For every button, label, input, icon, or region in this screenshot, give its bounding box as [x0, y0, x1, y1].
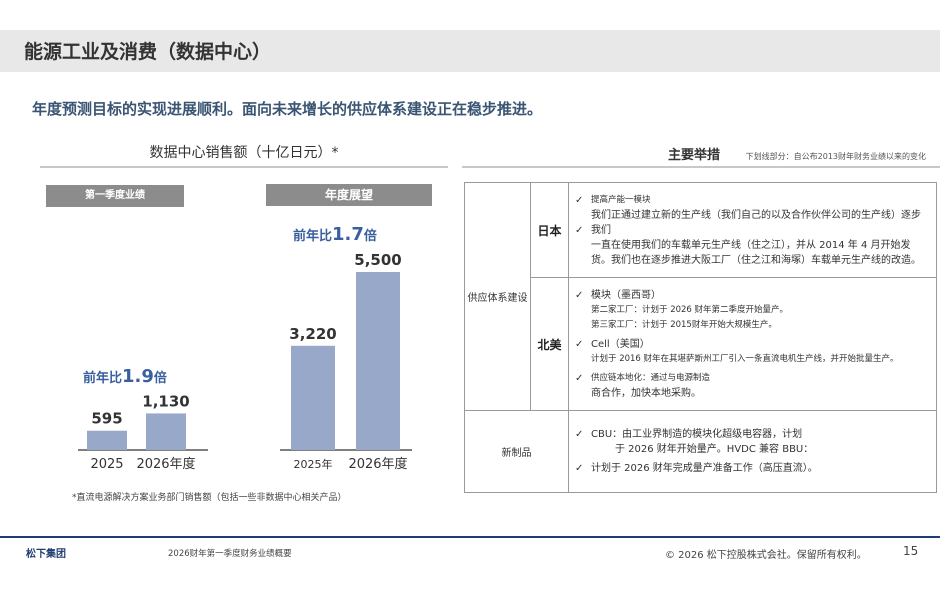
bar-1-0 [291, 345, 335, 450]
list-item: ✓ 供应链本地化：通过与电源制造 商合作，加快本地采购。 [575, 371, 930, 401]
bar-1-1 [356, 272, 400, 450]
page-number: 15 [903, 544, 919, 558]
check-icon: ✓ [575, 224, 584, 236]
underline-note: 下划线部分：自公布2013财年财务业绩以来的变化 [745, 152, 926, 161]
page-title: 能源工业及消费（数据中心） [24, 41, 272, 63]
ratio-annotation-1: 前年比1.7倍 [293, 224, 377, 245]
list-item: ✓ CBU：由工业界制造的模块化超级电容器，计划 于 2026 财年开始量产。H… [575, 427, 930, 457]
check-icon: ✓ [575, 429, 584, 440]
sales-section-title: 数据中心销售额（十亿日元）* [149, 145, 339, 161]
new-products-content: ✓ CBU：由工业界制造的模块化超级电容器，计划 于 2026 财年开始量产。H… [568, 410, 937, 493]
region-north-america: 北美 [530, 277, 569, 411]
na-item2-title: Cell（美国） [591, 338, 650, 350]
japan-item2-text: 一直在使用我们的车载单元生产线（住之江），并从 2014 年 4 月开始发货。我… [591, 239, 921, 266]
table-row: 新制品 ✓ CBU：由工业界制造的模块化超级电容器，计划 于 2026 财年开始… [464, 410, 937, 493]
title-band: 能源工业及消费（数据中心） [0, 30, 940, 72]
value-label-0-0: 595 [91, 410, 122, 428]
bar-0-0 [87, 430, 127, 450]
measures-section-title: 主要举措 [668, 148, 721, 163]
footer-divider [0, 536, 940, 538]
list-item: ✓ 提高产能一模块 我们正通过建立新的生产线（我们自己的以及合作伙伴公司的生产线… [575, 193, 930, 223]
list-item: ✓ 模块（墨西哥） 第二家工厂：计划于 2026 财年第二季度开始量产。 第三家… [575, 288, 930, 333]
value-label-1-1: 5,500 [354, 251, 401, 269]
na-item3-line2: 商合作，加快本地采购。 [591, 387, 701, 399]
value-label-0-1: 1,130 [142, 392, 189, 410]
na-item1-title: 模块（墨西哥） [591, 289, 661, 301]
footer-company: 松下集团 [26, 549, 66, 560]
measures-table: 供应体系建设 日本 ✓ 提高产能一模块 我们正通过建立新的生产线（我们自己的以及… [464, 182, 937, 493]
ratio-annotation-0: 前年比1.9倍 [83, 366, 167, 387]
bar-0-1 [146, 413, 186, 450]
japan-item2-title: 我们 [591, 224, 611, 236]
footer-copyright: © 2026 松下控股株式会社。保留所有权利。 [665, 550, 867, 561]
table-row: 供应体系建设 日本 ✓ 提高产能一模块 我们正通过建立新的生产线（我们自己的以及… [464, 182, 937, 411]
list-item: ✓ Cell（美国） 计划于 2016 财年在其堪萨斯州工厂引入一条直流电机生产… [575, 337, 930, 367]
na-item1-line2: 第三家工厂：计划于 2015财年开始大规模生产。 [591, 319, 777, 330]
new-item1-line1: CBU：由工业界制造的模块化超级电容器，计划 [591, 429, 803, 440]
japan-item1-text: 我们正通过建立新的生产线（我们自己的以及合作伙伴公司的生产线）逐步 [591, 209, 921, 221]
value-label-1-0: 3,220 [289, 325, 336, 343]
sales-section-header: 数据中心销售额（十亿日元）* [40, 140, 448, 168]
japan-content: ✓ 提高产能一模块 我们正通过建立新的生产线（我们自己的以及合作伙伴公司的生产线… [568, 182, 937, 278]
new-item2-text: 计划于 2026 财年完成量产准备工作（高压直流）。 [591, 463, 818, 474]
check-icon: ✓ [575, 372, 584, 384]
chart-footnote: *直流电源解决方案业务部门销售额（包括一些非数据中心相关产品） [72, 493, 347, 503]
q1-results-header: 第一季度业绩 [46, 185, 184, 207]
annual-outlook-header: 年度展望 [266, 184, 432, 206]
category-label-0-1: 2026年度 [136, 456, 195, 472]
category-label-0-0: 2025 [90, 457, 123, 472]
measures-section-header: 主要举措 下划线部分：自公布2013财年财务业绩以来的变化 [462, 140, 940, 168]
check-icon: ✓ [575, 463, 584, 474]
na-item3-line1: 供应链本地化：通过与电源制造 [591, 372, 711, 383]
na-item1-line1: 第二家工厂：计划于 2026 财年第二季度开始量产。 [591, 304, 789, 315]
category-label-1-0: 2025年 [294, 457, 333, 471]
region-japan: 日本 [530, 182, 569, 278]
list-item: ✓ 我们 一直在使用我们的车载单元生产线（住之江），并从 2014 年 4 月开… [575, 223, 930, 268]
category-label-1-1: 2026年度 [348, 456, 407, 472]
na-content: ✓ 模块（墨西哥） 第二家工厂：计划于 2026 财年第二季度开始量产。 第三家… [568, 277, 937, 411]
japan-item1-title: 提高产能一模块 [591, 194, 651, 205]
new-item1-line2: 于 2026 财年开始量产。HVDC 兼容 BBU： [615, 444, 814, 455]
check-icon: ✓ [575, 194, 584, 206]
check-icon: ✓ [575, 338, 584, 350]
footer-document: 2026财年第一季度财务业绩概要 [168, 549, 292, 559]
list-item: ✓ 计划于 2026 财年完成量产准备工作（高压直流）。 [575, 461, 930, 476]
headline: 年度预测目标的实现进展顺利。面向未来增长的供应体系建设正在稳步推进。 [32, 100, 543, 118]
table-row: 北美 ✓ 模块（墨西哥） 第二家工厂：计划于 2026 财年第二季度开始量产。 … [465, 277, 937, 411]
sales-bar-chart: 595 2025 1,130 2026年度 前年比1.9倍 3,220 2025年 5,500… [78, 224, 412, 472]
check-icon: ✓ [575, 289, 584, 301]
category-new-products: 新制品 [464, 410, 569, 493]
category-supply-build: 供应体系建设 [464, 182, 531, 411]
na-item2-text: 计划于 2016 财年在其堪萨斯州工厂引入一条直流电机生产线，并开始批量生产。 [591, 353, 899, 364]
